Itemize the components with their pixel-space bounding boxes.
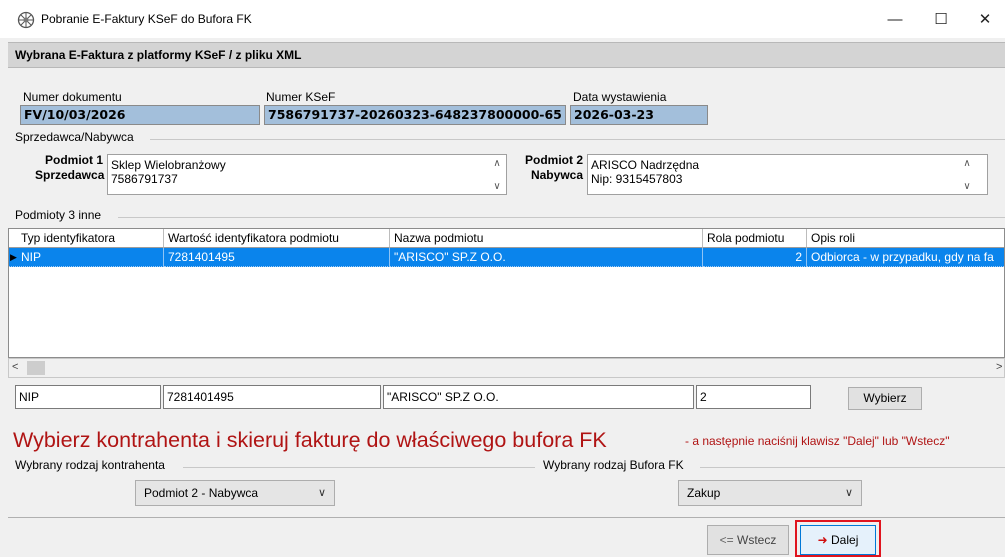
table-row-cell-role[interactable]: 2 — [703, 248, 807, 267]
seller-memo-scrollbar[interactable]: ∧ ∨ — [489, 158, 505, 192]
column-header-id-value[interactable]: Wartość identyfikatora podmiotu — [164, 229, 390, 248]
seller-label: Podmiot 1 Sprzedawca — [35, 153, 105, 183]
buyer-memo[interactable]: ARISCO Nadrzędna Nip: 9315457803 — [587, 154, 988, 195]
seller-label-line1: Podmiot 1 — [44, 153, 103, 167]
window-title: Pobranie E-Faktury KSeF do Bufora FK — [41, 12, 252, 26]
contractor-group-line — [183, 467, 535, 468]
instruction-hint: - a następnie naciśnij klawisz "Dalej" l… — [685, 434, 950, 448]
scroll-down-icon[interactable]: ∨ — [963, 181, 970, 192]
scroll-right-icon[interactable]: > — [996, 361, 1002, 373]
column-header-id-type[interactable]: Typ identyfikatora — [9, 229, 164, 248]
buyer-label-line2: Nabywca — [530, 168, 583, 182]
app-icon — [17, 11, 35, 29]
table-row-cell-entity-name[interactable]: "ARISCO" SP.Z O.O. — [390, 248, 703, 267]
scroll-up-icon[interactable]: ∧ — [493, 158, 500, 169]
buyer-label: Podmiot 2 Nabywca — [513, 153, 583, 183]
column-header-role[interactable]: Rola podmiotu — [703, 229, 807, 248]
minimize-icon: — — [887, 10, 903, 28]
choose-button[interactable]: Wybierz — [848, 387, 922, 410]
buffer-type-value: Zakup — [687, 486, 721, 500]
selected-role-field[interactable]: 2 — [696, 385, 811, 409]
buyer-nip: Nip: 9315457803 — [591, 172, 683, 186]
close-icon: ✕ — [978, 11, 992, 28]
contractor-type-value: Podmiot 2 - Nabywca — [144, 486, 259, 500]
seller-nip: 7586791737 — [111, 172, 178, 186]
document-number-field[interactable]: FV/10/03/2026 — [20, 105, 260, 125]
contractor-type-select[interactable]: Podmiot 2 - Nabywca ∨ — [135, 480, 335, 506]
column-header-role-desc[interactable]: Opis roli — [807, 229, 1004, 248]
section-header: Wybrana E-Faktura z platformy KSeF / z p… — [8, 42, 1005, 68]
chevron-down-icon: ∨ — [844, 487, 853, 499]
scroll-up-icon[interactable]: ∧ — [963, 158, 970, 169]
arrow-right-icon: ➜ — [817, 533, 828, 547]
contractor-type-label: Wybrany rodzaj kontrahenta — [15, 458, 165, 472]
maximize-icon: ☐ — [934, 11, 948, 28]
cell-text: NIP — [21, 250, 42, 264]
seller-name: Sklep Wielobranżowy — [111, 158, 226, 172]
seller-memo[interactable]: Sklep Wielobranżowy 7586791737 — [107, 154, 507, 195]
buffer-type-select[interactable]: Zakup ∨ — [678, 480, 862, 506]
others-group-line — [118, 217, 1005, 218]
scroll-left-icon[interactable]: < — [12, 361, 18, 373]
buyer-label-line1: Podmiot 2 — [524, 153, 583, 167]
next-button[interactable]: ➜ Dalej — [800, 525, 876, 555]
buffer-group-line — [700, 467, 1005, 468]
buffer-type-label: Wybrany rodzaj Bufora FK — [543, 458, 684, 472]
ksef-number-field[interactable]: 7586791737-20260323-648237800000-65 — [264, 105, 566, 125]
selected-id-value-field[interactable]: 7281401495 — [163, 385, 381, 409]
horizontal-scrollbar[interactable]: < > — [8, 358, 1005, 378]
parties-group-label: Sprzedawca/Nabywca — [15, 130, 134, 144]
column-header-entity-name[interactable]: Nazwa podmiotu — [390, 229, 703, 248]
seller-label-line2: Sprzedawca — [35, 168, 105, 182]
document-number-label: Numer dokumentu — [23, 90, 122, 104]
others-grid[interactable]: Typ identyfikatora Wartość identyfikator… — [8, 228, 1005, 358]
table-row-cell-id-value[interactable]: 7281401495 — [164, 248, 390, 267]
issue-date-label: Data wystawienia — [573, 90, 667, 104]
buyer-memo-scrollbar[interactable]: ∧ ∨ — [959, 158, 975, 192]
back-button-label: Wstecz — [737, 533, 777, 547]
table-row-cell-role-desc[interactable]: Odbiorca - w przypadku, gdy na fa — [807, 248, 1004, 267]
maximize-button[interactable]: ☐ — [918, 0, 964, 38]
ksef-number-label: Numer KSeF — [266, 90, 336, 104]
arrow-left-icon: <= — [719, 533, 734, 547]
instruction-main: Wybierz kontrahenta i skieruj fakturę do… — [13, 428, 607, 452]
scroll-thumb[interactable] — [27, 361, 45, 375]
row-indicator-icon: ▶ — [10, 252, 17, 262]
minimize-button[interactable]: — — [872, 0, 918, 38]
back-button[interactable]: <= Wstecz — [707, 525, 789, 555]
chevron-down-icon: ∨ — [317, 487, 326, 499]
next-button-label: Dalej — [831, 533, 859, 547]
issue-date-field[interactable]: 2026-03-23 — [570, 105, 708, 125]
buyer-name: ARISCO Nadrzędna — [591, 158, 700, 172]
table-row-cell-id-type[interactable]: ▶ NIP — [9, 248, 164, 267]
others-group-label: Podmioty 3 inne — [15, 208, 102, 222]
close-button[interactable]: ✕ — [962, 0, 1005, 38]
scroll-down-icon[interactable]: ∨ — [493, 181, 500, 192]
parties-group-line — [150, 139, 1005, 140]
selected-name-field[interactable]: "ARISCO" SP.Z O.O. — [383, 385, 694, 409]
selected-id-type-field[interactable]: NIP — [15, 385, 161, 409]
